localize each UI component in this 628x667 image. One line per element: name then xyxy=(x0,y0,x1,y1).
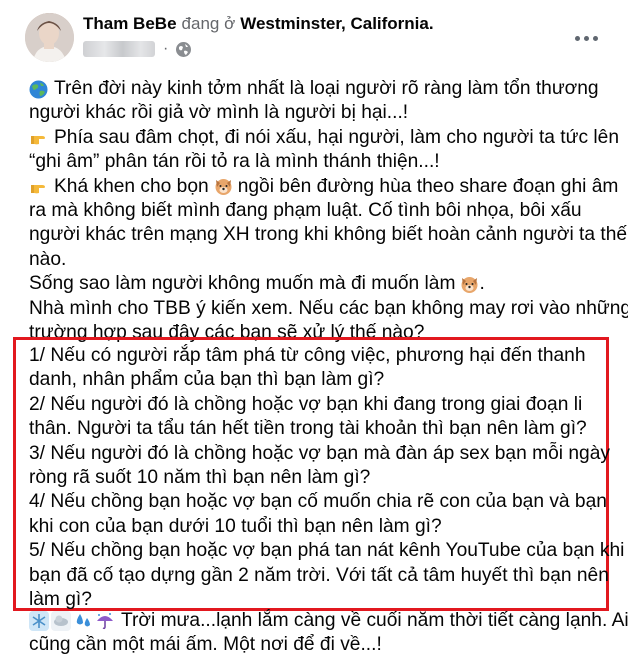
post-text: . xyxy=(479,273,485,295)
post-line: Sống sao làm người không muốn mà đi muốn… xyxy=(29,272,619,296)
post-line: ra mà không biết mình đang phạm luật. Cố… xyxy=(29,199,619,223)
post-line: trường hợp sau đây các bạn sẽ xử lý thế … xyxy=(29,321,619,345)
post-line: Phía sau đâm chọt, đi nói xấu, hại người… xyxy=(29,126,619,150)
post-text: người khác rồi giả vờ mình là người bị h… xyxy=(29,102,409,124)
more-options-icon[interactable] xyxy=(568,28,604,48)
location-link[interactable]: Westminster, California. xyxy=(240,14,433,33)
umbrella-rain-icon xyxy=(95,611,115,631)
question-line: bạn đã cố tạo dựng gần 2 năm trời. Với t… xyxy=(29,564,609,586)
post-text: nào. xyxy=(29,248,67,270)
post-text: ngồi bên đường hùa theo share đoạn ghi â… xyxy=(237,175,619,197)
question-line: danh, nhân phẩm của bạn thì bạn làm gì? xyxy=(29,369,385,391)
post-text: Sống sao làm người không muốn mà đi muốn… xyxy=(29,273,456,295)
question-line: 2/ Nếu người đó là chồng hoặc vợ bạn khi… xyxy=(29,393,583,415)
post-body: Trên đời này kinh tởm nhất là loại người… xyxy=(29,77,628,345)
post-text: người khác trên mạng XH trong khi không … xyxy=(29,224,628,246)
question-line: 4/ Nếu chồng bạn hoặc vợ bạn cố muốn chi… xyxy=(29,491,607,513)
backhand-index-pointing-right-icon xyxy=(29,128,48,147)
post-text: Khá khen cho bọn xyxy=(54,175,209,197)
post-line: Khá khen cho bọn ngồi bên đường hùa theo… xyxy=(29,175,619,199)
avatar[interactable] xyxy=(25,13,74,62)
question-line: 5/ Nếu chồng bạn hoặc vợ bạn phá tan nát… xyxy=(29,540,625,562)
question-line: ròng rã suốt 10 năm thì bạn nên làm gì? xyxy=(29,466,371,488)
question-line: thân. Người ta tẩu tán hết tiền trong tà… xyxy=(29,418,587,440)
question-line: 1/ Nếu có người rắp tâm phá từ công việc… xyxy=(29,345,586,366)
dog-face-icon xyxy=(460,275,479,294)
backhand-index-pointing-right-icon xyxy=(29,177,48,196)
post-tail: Trời mưa...lạnh lắm càng về cuối năm thờ… xyxy=(29,609,628,658)
weather-emoji-group xyxy=(29,611,115,632)
post-text: “ghi âm” phân tán rồi tỏ ra là mình thán… xyxy=(29,151,440,173)
meta-separator: · xyxy=(163,40,169,57)
dog-face-icon xyxy=(214,177,233,196)
globe-audience-icon[interactable] xyxy=(176,41,192,57)
post-text: Trời mưa...lạnh lắm càng về cuối năm thờ… xyxy=(121,610,628,631)
question-list: 1/ Nếu có người rắp tâm phá từ công việc… xyxy=(29,344,625,612)
post-text: ra mà không biết mình đang phạm luật. Cố… xyxy=(29,199,582,221)
post-line: cũng cần một mái ấm. Một nơi để đi về...… xyxy=(29,634,382,656)
post-line: Nhà mình cho TBB ý kiến xem. Nếu các bạn… xyxy=(29,297,628,321)
post-line: nào. xyxy=(29,248,619,272)
post-line: Trời mưa...lạnh lắm càng về cuối năm thờ… xyxy=(29,609,628,633)
droplets-icon xyxy=(73,611,93,631)
post-text: Nhà mình cho TBB ý kiến xem. Nếu các bạn… xyxy=(29,297,628,319)
post-text: Phía sau đâm chọt, đi nói xấu, hại người… xyxy=(54,126,620,148)
post-line: Trên đời này kinh tởm nhất là loại người… xyxy=(29,77,619,101)
facebook-post: Tham BeBe đang ở Westminster, California. … xyxy=(0,0,628,667)
cloud-icon xyxy=(51,611,71,632)
post-header: Tham BeBe đang ở Westminster, California. xyxy=(83,13,434,35)
author-name[interactable]: Tham BeBe xyxy=(83,14,177,33)
question-line: khi con của bạn dưới 10 tuổi thì bạn nên… xyxy=(29,515,442,537)
snowflake-icon xyxy=(29,611,49,632)
post-line: “ghi âm” phân tán rồi tỏ ra là mình thán… xyxy=(29,150,619,174)
post-text: Trên đời này kinh tởm nhất là loại người… xyxy=(54,78,599,99)
checkin-verb: đang ở xyxy=(181,14,236,33)
post-text: trường hợp sau đây các bạn sẽ xử lý thế … xyxy=(29,321,425,343)
globe-emoji-icon xyxy=(29,80,48,99)
post-line: người khác rồi giả vờ mình là người bị h… xyxy=(29,101,619,125)
post-meta: · xyxy=(83,38,192,60)
question-line: 3/ Nếu người đó là chồng hoặc vợ bạn mà … xyxy=(29,442,610,464)
post-line: người khác trên mạng XH trong khi không … xyxy=(29,223,627,247)
blurred-timestamp[interactable] xyxy=(83,41,155,57)
